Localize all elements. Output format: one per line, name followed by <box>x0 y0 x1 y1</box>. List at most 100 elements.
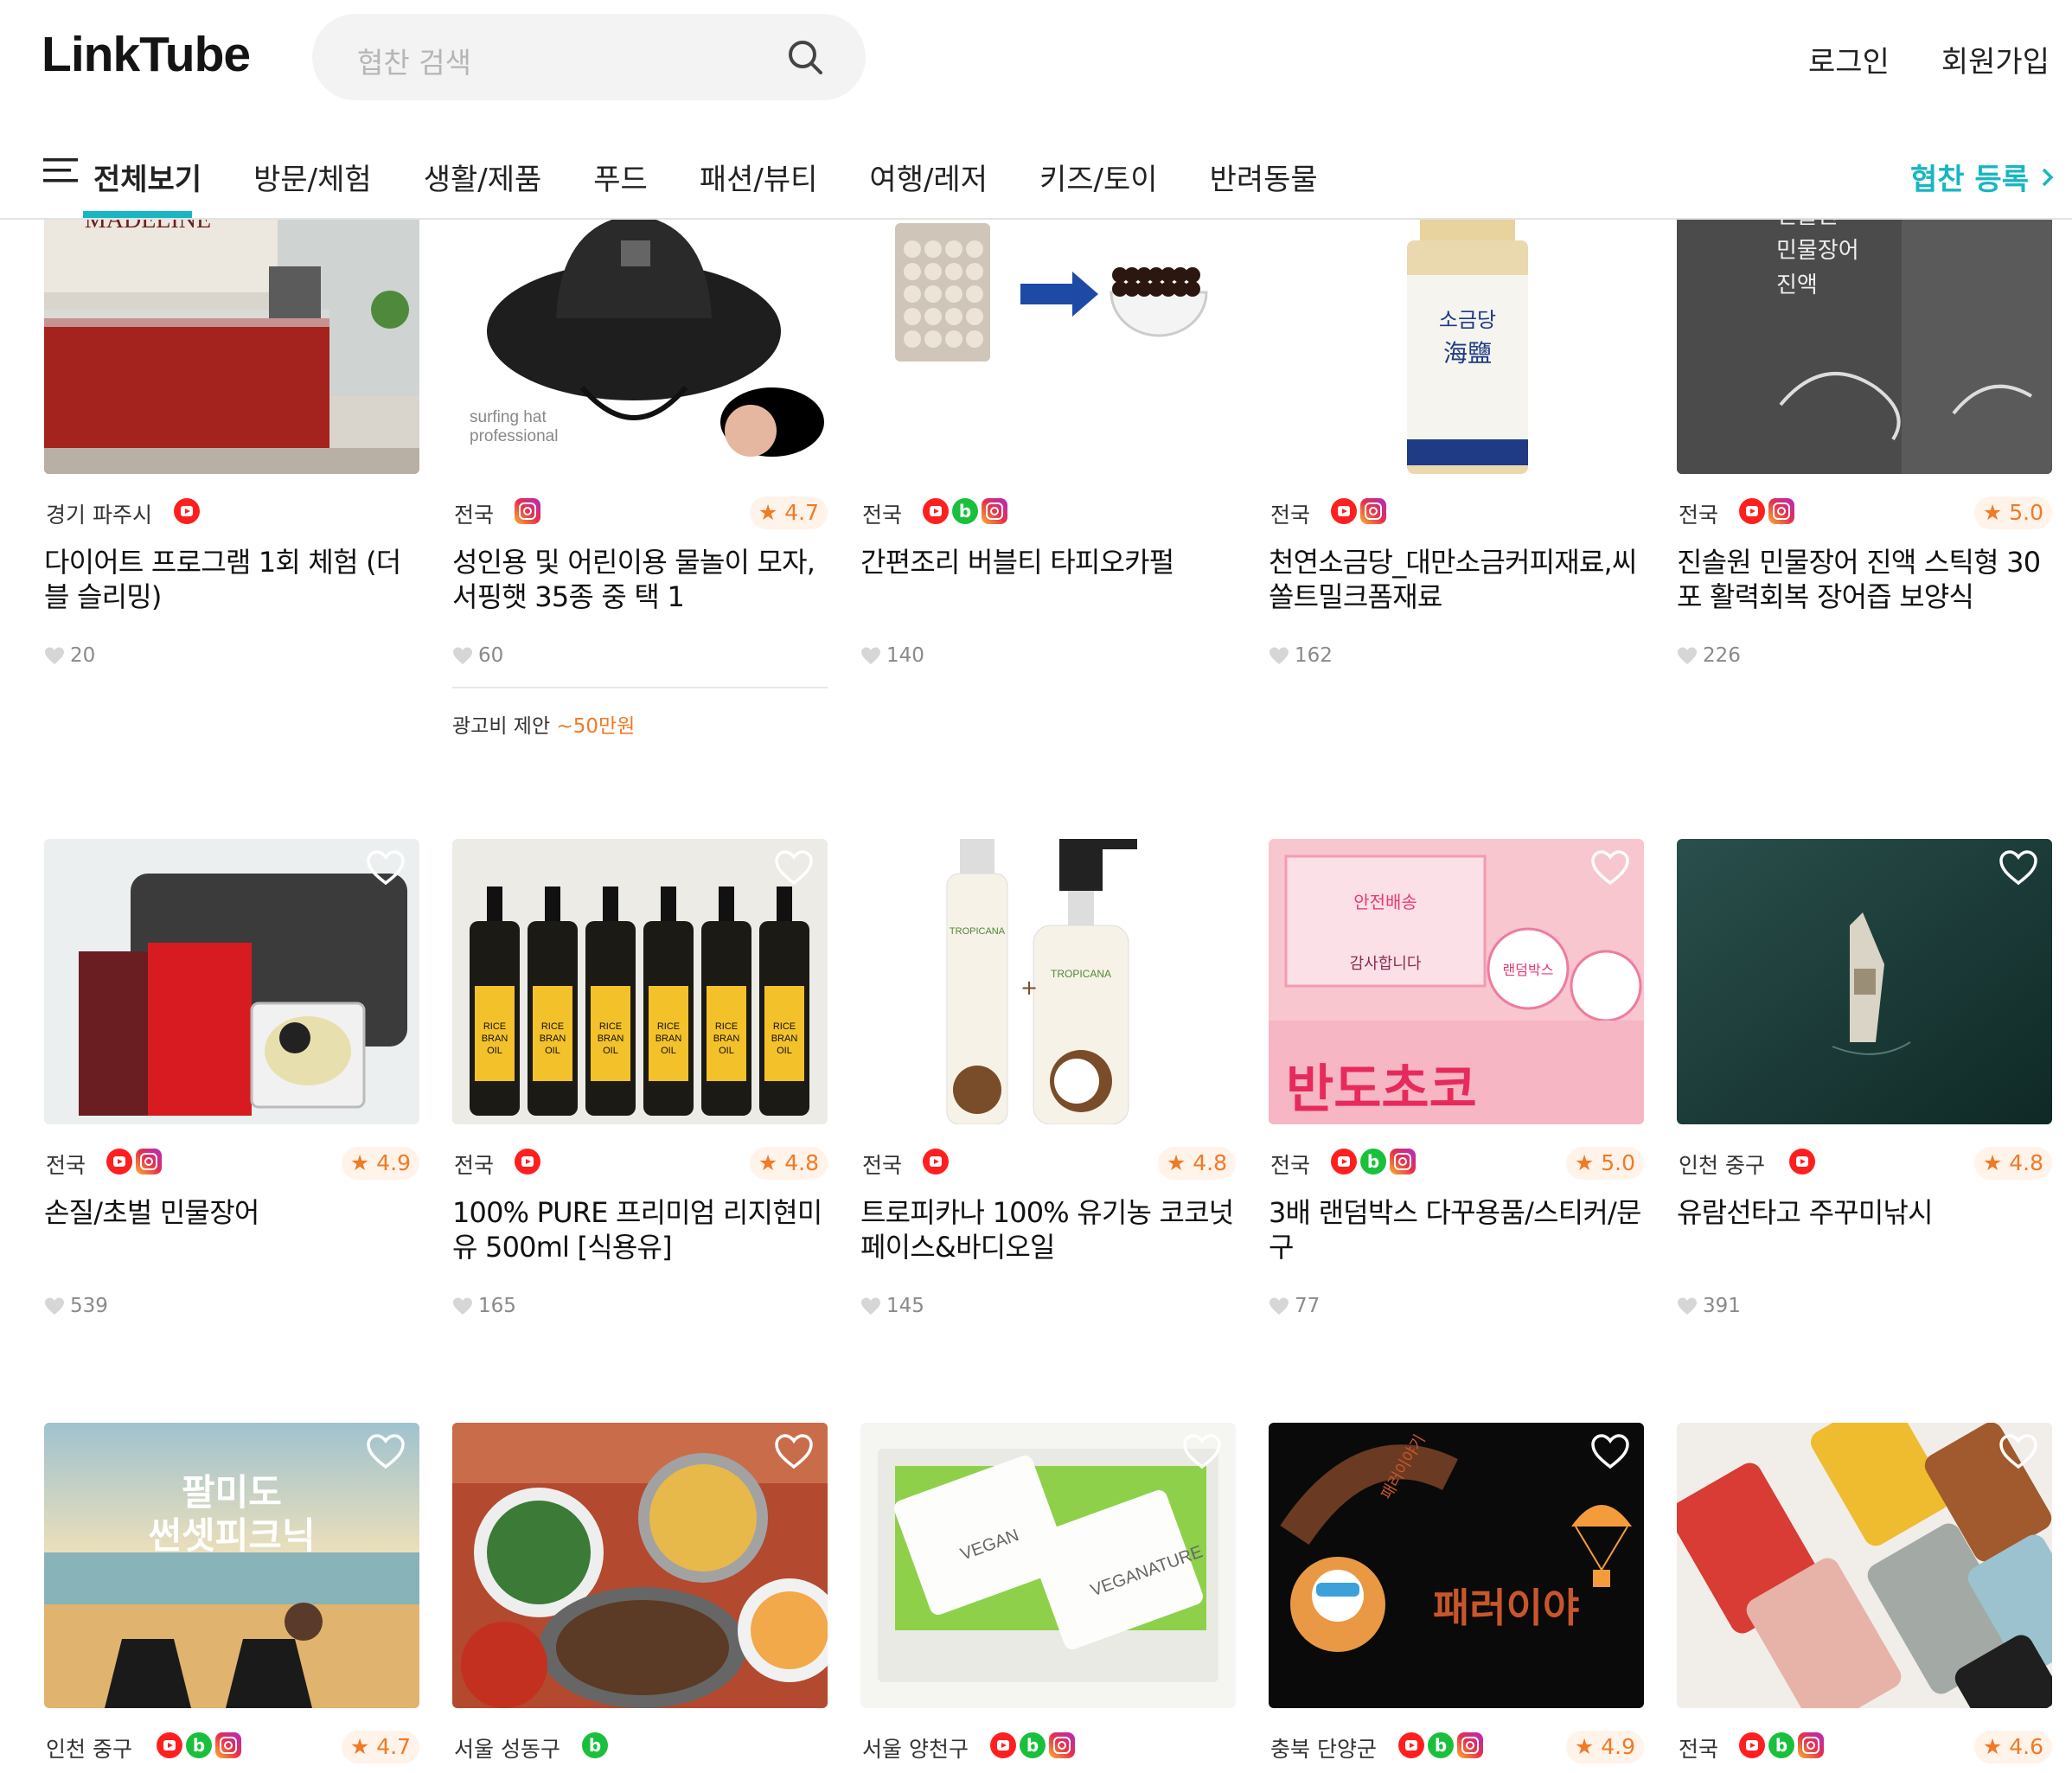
product-title[interactable]: 간편조리 버블티 타피오카펄 <box>860 545 1241 579</box>
top-header: LinkTube 협찬 검색 로그인 회원가입 <box>0 0 2072 119</box>
svg-text:+: + <box>1020 976 1038 1000</box>
favorite-heart-icon[interactable] <box>1590 849 1630 886</box>
tab-travel[interactable]: 여행/레저 <box>869 156 988 198</box>
heart-icon <box>1269 647 1289 664</box>
ad-fee-offer: 광고비 제안 ~50만원 <box>452 687 828 739</box>
svg-text:RICE: RICE <box>483 1021 506 1032</box>
heart-icon <box>861 1297 880 1315</box>
instagram-icon <box>1390 1149 1416 1175</box>
product-thumbnail[interactable]: MADELINE <box>44 189 419 474</box>
svg-text:OIL: OIL <box>545 1046 560 1056</box>
thumbnail-image <box>452 1423 828 1708</box>
product-thumbnail[interactable]: surfing hat professional <box>452 189 828 474</box>
product-title[interactable]: 성인용 및 어린이용 물놀이 모자, 서핑햇 35종 중 택 1 <box>452 545 833 614</box>
product-thumbnail[interactable] <box>452 1423 828 1708</box>
product-thumbnail[interactable]: TROPICANA TROPICANA + <box>860 839 1236 1124</box>
thumbnail-image <box>44 839 419 1124</box>
tab-all[interactable]: 전체보기 <box>93 156 201 198</box>
product-thumbnail[interactable]: 팔미도 썬셋피크닉 <box>44 1423 419 1708</box>
favorite-heart-icon[interactable] <box>1182 1433 1222 1469</box>
rating-badge: ★ 4.6 <box>1973 1731 2052 1763</box>
tab-visit[interactable]: 방문/체험 <box>253 156 372 198</box>
thumbnail-image <box>1677 839 2052 1124</box>
like-count-value: 60 <box>478 644 504 667</box>
tab-fashion[interactable]: 패션/뷰티 <box>700 156 818 198</box>
youtube-icon <box>1331 1149 1357 1175</box>
rating-badge: ★ 4.9 <box>1565 1731 1644 1763</box>
star-icon: ★ <box>349 1734 370 1759</box>
logo[interactable]: LinkTube <box>42 26 251 83</box>
product-thumbnail[interactable] <box>44 839 419 1124</box>
product-title[interactable]: 3배 랜덤박스 다꾸용품/스티커/문구 <box>1269 1195 1649 1264</box>
product-title[interactable]: 100% PURE 프리미엄 리지현미유 500ml [식용유] <box>452 1195 833 1264</box>
register-sponsorship-button[interactable]: 협찬 등록 <box>1910 156 2055 198</box>
product-thumbnail[interactable] <box>860 189 1236 474</box>
tab-pets[interactable]: 반려동물 <box>1210 156 1318 198</box>
card-meta: 전국 ★ 4.8 <box>860 1147 1236 1181</box>
signup-link[interactable]: 회원가입 <box>1941 38 2050 80</box>
product-title[interactable]: 다이어트 프로그램 1회 체험 (더블 슬리밍) <box>44 545 425 614</box>
star-icon: ★ <box>1574 1734 1595 1759</box>
product-thumbnail[interactable]: 진솔원민물장어진액 <box>1677 189 2052 474</box>
search-input[interactable]: 협찬 검색 <box>312 14 866 100</box>
thumbnail-image: 소금당 海鹽 <box>1269 189 1644 474</box>
product-thumbnail[interactable]: VEGAN VEGANATURE <box>860 1423 1236 1708</box>
naver-blog-icon: b <box>1020 1732 1046 1758</box>
channel-badges <box>515 498 540 524</box>
product-title[interactable]: 손질/초벌 민물장어 <box>44 1195 425 1230</box>
location-label: 전국 <box>862 1153 903 1178</box>
login-link[interactable]: 로그인 <box>1808 38 1890 80</box>
favorite-heart-icon[interactable] <box>366 1433 406 1469</box>
channel-badges: b <box>1331 1149 1416 1175</box>
star-icon: ★ <box>1166 1150 1186 1175</box>
card-meta: 서울 성동구 b <box>452 1731 828 1765</box>
star-icon: ★ <box>1982 500 2003 525</box>
naver-blog-icon: b <box>1768 1732 1794 1758</box>
youtube-icon <box>515 1149 540 1175</box>
menu-icon[interactable] <box>43 157 78 183</box>
search-icon[interactable] <box>784 36 828 80</box>
product-title[interactable]: 유람선타고 주꾸미낚시 <box>1677 1195 2057 1230</box>
svg-text:BRAN: BRAN <box>713 1034 740 1044</box>
svg-text:반도초코: 반도초코 <box>1286 1059 1477 1120</box>
like-count: 162 <box>1269 644 1333 667</box>
favorite-heart-icon[interactable] <box>366 849 406 886</box>
product-thumbnail[interactable] <box>1677 1423 2052 1708</box>
card-meta: 전국 b <box>860 496 1236 531</box>
favorite-heart-icon[interactable] <box>1998 849 2038 886</box>
product-title[interactable]: 진솔원 민물장어 진액 스틱형 30포 활력회복 장어즙 보양식 <box>1677 545 2057 614</box>
favorite-heart-icon[interactable] <box>774 849 814 886</box>
product-thumbnail[interactable]: 패러이야 패러이야기 <box>1269 1423 1644 1708</box>
svg-text:패러이야: 패러이야 <box>1433 1584 1579 1631</box>
svg-text:BRAN: BRAN <box>655 1034 682 1044</box>
location-label: 경기 파주시 <box>46 502 152 528</box>
channel-badges: b <box>582 1732 608 1758</box>
like-count: 539 <box>44 1295 108 1317</box>
favorite-heart-icon[interactable] <box>1182 849 1222 886</box>
location-label: 전국 <box>1679 1737 1719 1762</box>
product-thumbnail[interactable]: RICE BRAN OIL RICE BRAN OIL RICE BRAN OIL RICE BRA… <box>452 839 828 1124</box>
naver-blog-icon: b <box>952 498 978 524</box>
product-thumbnail[interactable]: 소금당 海鹽 <box>1269 189 1644 474</box>
favorite-heart-icon[interactable] <box>774 1433 814 1469</box>
product-title[interactable]: 천연소금당_대만소금커피재료,씨쏠트밀크폼재료 <box>1269 545 1649 614</box>
instagram-icon <box>1798 1732 1824 1758</box>
naver-blog-icon: b <box>1428 1732 1454 1758</box>
rating-value: 4.7 <box>784 500 819 525</box>
product-thumbnail[interactable]: 반도초코 안전배송 랜덤박스 감사합니다 <box>1269 839 1644 1124</box>
star-icon: ★ <box>1574 1150 1595 1175</box>
tab-food[interactable]: 푸드 <box>593 156 648 198</box>
tab-kids[interactable]: 키즈/토이 <box>1039 156 1158 198</box>
tab-living[interactable]: 생활/제품 <box>424 156 542 198</box>
product-title[interactable]: 트로피카나 100% 유기농 코코넛 페이스&바디오일 <box>860 1195 1241 1264</box>
svg-text:OIL: OIL <box>719 1046 734 1056</box>
favorite-heart-icon[interactable] <box>1998 1433 2038 1469</box>
svg-text:BRAN: BRAN <box>771 1034 798 1044</box>
like-count-value: 140 <box>886 644 924 667</box>
heart-icon <box>1678 647 1697 664</box>
instagram-icon <box>1457 1732 1483 1758</box>
product-thumbnail[interactable] <box>1677 839 2052 1124</box>
like-count: 140 <box>860 644 924 667</box>
youtube-icon <box>923 1149 949 1175</box>
favorite-heart-icon[interactable] <box>1590 1433 1630 1469</box>
